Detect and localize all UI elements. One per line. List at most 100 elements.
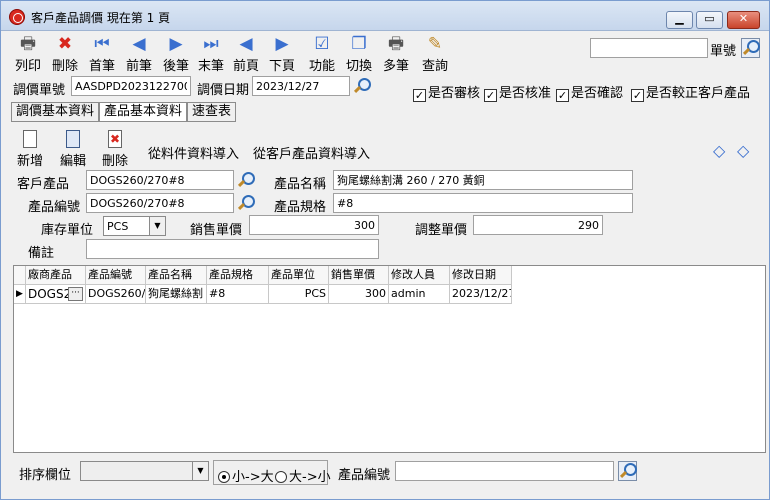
grid-corner [14, 266, 26, 285]
prev-page-button[interactable]: ◀ 前頁 [227, 34, 265, 74]
window-title: 客戶產品調價 現在第 1 頁 [31, 11, 171, 25]
checkbox-icon: ✓ [556, 89, 569, 102]
next-icon: ▶ [169, 34, 183, 54]
delete-button[interactable]: ✖ 刪除 [46, 34, 84, 74]
date-field[interactable] [252, 76, 350, 96]
cust-product-search-icon[interactable] [237, 171, 255, 189]
bottom-search-button[interactable] [618, 461, 637, 481]
query-button[interactable]: ✎ 查詢 [416, 34, 454, 74]
check-approved[interactable]: ✓ 是否核准 [484, 82, 551, 102]
edit-button[interactable]: 編輯 [58, 130, 88, 169]
product-spec-label: 產品規格 [274, 200, 327, 215]
doc-search-label: 單號 [710, 44, 737, 59]
radio-empty-icon [275, 471, 287, 483]
checkbox-icon: ✓ [631, 89, 644, 102]
multi-record-button[interactable]: 🖶 多筆 [377, 34, 415, 74]
printer-icon: 🖶 [19, 34, 37, 54]
import-customer-product-button[interactable]: 從客戶產品資料導入 [253, 143, 370, 162]
tab-quick-lookup[interactable]: 速查表 [187, 102, 237, 122]
grid-header: 廠商產品 產品編號 產品名稱 產品規格 產品單位 銷售單價 修改人員 修改日期 [14, 266, 512, 285]
radio-selected-icon [218, 471, 230, 483]
grid-cell[interactable]: 300 [329, 285, 389, 304]
checkbox-icon: ✓ [484, 89, 497, 102]
remark-field[interactable] [86, 239, 379, 259]
check-correct-customer-product[interactable]: ✓ 是否較正客戶產品 [631, 82, 750, 102]
grid-col-header[interactable]: 產品編號 [86, 266, 146, 285]
import-material-button[interactable]: 從料件資料導入 [148, 143, 239, 162]
multi-icon: 🖶 [387, 34, 405, 54]
next-detail-icon[interactable]: ◇ [737, 141, 749, 160]
minimize-button[interactable]: ▁ [666, 11, 693, 29]
sort-order-group: 小->大 大->小 [213, 460, 331, 485]
product-code-search-icon[interactable] [237, 194, 255, 212]
print-button[interactable]: 🖶 列印 [9, 34, 47, 74]
unit-select[interactable]: PCS ▼ [103, 216, 166, 236]
grid-col-header[interactable]: 廠商產品 [26, 266, 86, 285]
prev-detail-icon[interactable]: ◇ [713, 141, 725, 160]
product-code-label: 產品編號 [28, 200, 81, 215]
product-name-field[interactable] [333, 170, 633, 190]
product-spec-field[interactable] [333, 193, 633, 213]
next-record-button[interactable]: ▶ 後筆 [157, 34, 195, 74]
close-button[interactable]: ✕ [727, 11, 760, 29]
switch-icon: ❐ [351, 34, 367, 54]
cust-product-field[interactable] [86, 170, 234, 190]
unit-label: 庫存單位 [41, 223, 94, 238]
date-picker-icon[interactable] [353, 77, 371, 95]
prev-icon: ◀ [132, 34, 146, 54]
remark-label: 備註 [28, 246, 55, 261]
sort-asc-radio[interactable]: 小->大 [218, 466, 274, 485]
delete-icon: ✖ [57, 34, 73, 54]
row-pointer-icon: ▶ [14, 285, 26, 304]
cust-product-label: 客戶產品 [17, 177, 70, 192]
sort-desc-radio[interactable]: 大->小 [275, 466, 331, 485]
edit-icon [66, 130, 80, 148]
product-name-label: 產品名稱 [274, 177, 327, 192]
first-record-button[interactable]: ⏮ 首筆 [83, 34, 121, 74]
grid-col-header[interactable]: 產品規格 [207, 266, 269, 285]
grid-cell[interactable]: PCS [269, 285, 329, 304]
search-icon [742, 39, 760, 57]
grid-cell[interactable]: 狗尾螺絲割 [146, 285, 207, 304]
function-button[interactable]: ☑ 功能 [303, 34, 341, 74]
delete-detail-button[interactable]: ✖ 刪除 [100, 130, 130, 169]
prev-page-icon: ◀ [239, 34, 253, 54]
main-toolbar: 🖶 列印 ✖ 刪除 ⏮ 首筆 ◀ 前筆 ▶ 後筆 ⏭ 末筆 ◀ 前頁 ▶ 下頁 [1, 32, 769, 74]
search-icon [619, 462, 637, 480]
check-reviewed[interactable]: ✓ 是否審核 [413, 82, 480, 102]
last-record-button[interactable]: ⏭ 末筆 [192, 34, 230, 74]
grid-col-header[interactable]: 修改日期 [450, 266, 512, 285]
grid-cell[interactable]: DOGS2 ··· [26, 285, 86, 304]
title-bar: 客戶產品調價 現在第 1 頁 ▁ ▭ ✕ [1, 1, 769, 31]
grid-col-header[interactable]: 產品名稱 [146, 266, 207, 285]
maximize-button[interactable]: ▭ [696, 11, 723, 29]
new-doc-icon [23, 130, 37, 148]
bottom-code-label: 產品編號 [338, 468, 391, 483]
grid-col-header[interactable]: 修改人員 [389, 266, 450, 285]
prev-record-button[interactable]: ◀ 前筆 [120, 34, 158, 74]
add-button[interactable]: 新增 [15, 130, 45, 169]
sort-select[interactable]: ▼ [80, 461, 209, 481]
adjust-price-field[interactable] [473, 215, 603, 235]
ellipsis-button[interactable]: ··· [68, 287, 83, 301]
check-confirmed[interactable]: ✓ 是否確認 [556, 82, 623, 102]
grid-col-header[interactable]: 銷售單價 [329, 266, 389, 285]
adjust-price-label: 調整單價 [415, 223, 468, 238]
doc-search-button[interactable] [741, 38, 760, 58]
tab-product-basic[interactable]: 產品基本資料 [99, 102, 188, 122]
next-page-button[interactable]: ▶ 下頁 [263, 34, 301, 74]
switch-button[interactable]: ❐ 切換 [340, 34, 378, 74]
bottom-code-input[interactable] [395, 461, 614, 481]
table-row[interactable]: ▶ DOGS2 ··· DOGS260/2 狗尾螺絲割 #8 PCS 300 a… [14, 285, 512, 304]
grid-cell[interactable]: admin [389, 285, 450, 304]
tab-price-basic[interactable]: 調價基本資料 [11, 102, 100, 122]
grid-cell[interactable]: DOGS260/2 [86, 285, 146, 304]
sale-price-field[interactable] [249, 215, 379, 235]
grid-cell[interactable]: #8 [207, 285, 269, 304]
first-icon: ⏮ [94, 34, 110, 54]
grid-cell[interactable]: 2023/12/27 [450, 285, 512, 304]
product-code-field[interactable] [86, 193, 234, 213]
doc-no-field[interactable] [71, 76, 191, 96]
grid-col-header[interactable]: 產品單位 [269, 266, 329, 285]
doc-search-input[interactable] [590, 38, 708, 58]
